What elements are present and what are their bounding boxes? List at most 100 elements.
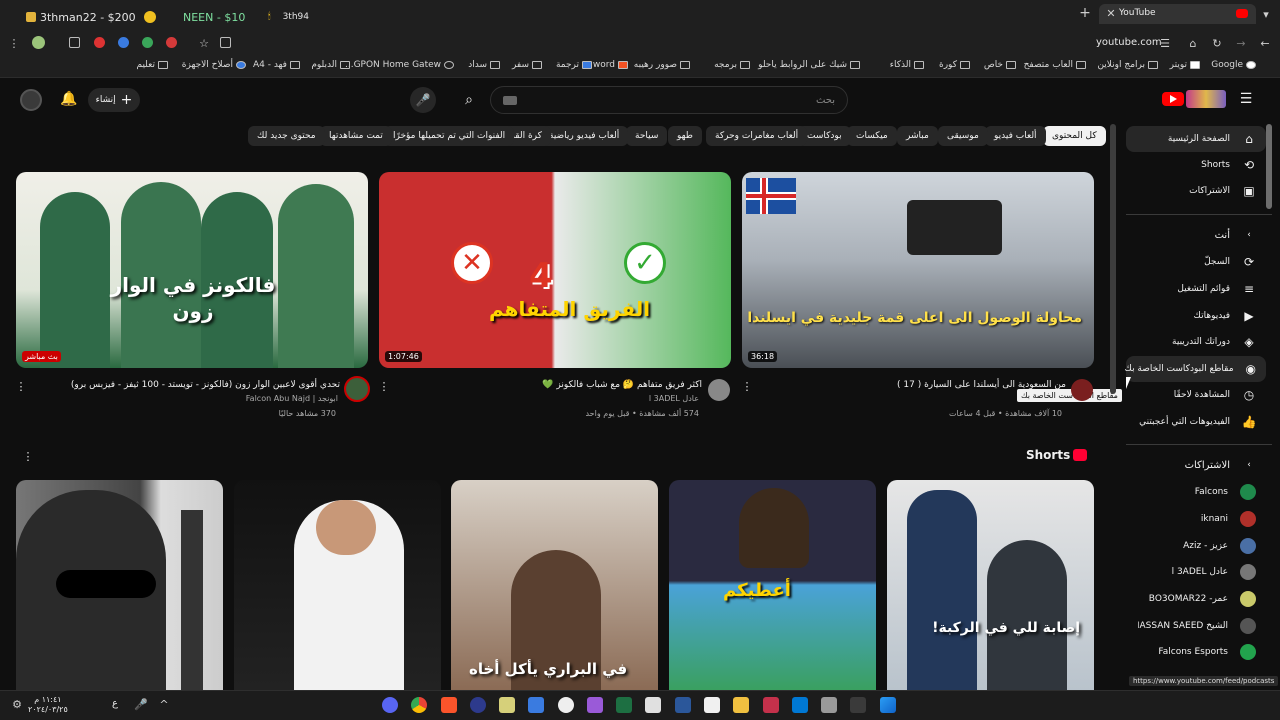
bookmark-item[interactable]: أصلاح الاجهزة (182, 60, 246, 70)
video-thumbnail[interactable]: ✕ ✓ 4 الفريق المتفاهم 1:07:46 (379, 172, 731, 368)
app-icon[interactable] (704, 697, 720, 713)
sidebar-item-courses[interactable]: دوراتك التدريبية ◈ (1126, 329, 1266, 355)
extension-red-icon[interactable] (94, 37, 105, 48)
app-icon[interactable] (558, 697, 574, 713)
short-video-card[interactable]: في البراري يأكل أخاه (451, 480, 658, 690)
bookmark-item[interactable]: Google (1211, 60, 1256, 70)
chip-travel[interactable]: سياحة (626, 126, 668, 146)
app-icon[interactable] (470, 697, 486, 713)
account-avatar[interactable] (20, 89, 42, 111)
channel-name[interactable]: ابونجد | Falcon Abu Najd (246, 394, 338, 403)
youtube-doodle-logo[interactable] (1186, 90, 1226, 108)
more-options-icon[interactable]: ⋮ (742, 379, 753, 393)
notepad-icon[interactable] (645, 697, 661, 713)
sidebar-subscription-item[interactable]: Falcons (1126, 479, 1266, 505)
excel-icon[interactable] (616, 697, 632, 713)
chrome-icon[interactable] (411, 697, 427, 713)
outlook-icon[interactable] (792, 697, 808, 713)
video-thumbnail[interactable]: فالكونز في الوار زون بث مباشر (16, 172, 368, 368)
sidebar-item-home[interactable]: الصفحة الرئيسية ⌂ (1126, 126, 1266, 152)
keyboard-icon[interactable] (503, 95, 517, 105)
brave-icon[interactable] (441, 697, 457, 713)
bookmark-item[interactable]: خاص (984, 60, 1016, 70)
extension-blue-icon[interactable] (118, 37, 129, 48)
sidebar-subscription-item[interactable]: iknani (1126, 506, 1266, 532)
search-taskbar-icon[interactable] (850, 697, 866, 713)
video-title[interactable]: تحدي أقوى لاعبين الوار زون (فالكونز - تو… (71, 380, 340, 390)
sidebar-subscription-item[interactable]: Falcons Esports (1126, 639, 1266, 665)
video-thumbnail[interactable]: محاولة الوصول الى اعلى قمة جليدية في ايس… (742, 172, 1094, 368)
close-tab-icon[interactable]: ✕ (1105, 7, 1117, 20)
bookmark-item[interactable]: صوور رهيبه (634, 60, 690, 70)
language-indicator[interactable]: ع (112, 698, 118, 709)
bookmark-item[interactable]: تويتر (1170, 60, 1200, 70)
profile-avatar[interactable] (32, 36, 45, 49)
bookmark-star-icon[interactable]: ☆ (197, 36, 211, 50)
share-icon[interactable] (220, 37, 231, 48)
sidebar-subscription-item[interactable]: عادل l 3ADEL (1126, 559, 1266, 585)
short-video-card[interactable]: إصابة للي في الركبة! (887, 480, 1094, 690)
short-video-card[interactable] (16, 480, 223, 690)
tab-search-icon[interactable]: ▾ (1260, 8, 1272, 21)
shorts-more-options-icon[interactable]: ⋮ (22, 449, 34, 463)
home-browser-icon[interactable]: ⌂ (1186, 36, 1200, 50)
sidebar-item-playlists[interactable]: قوائم التشغيل ≡ (1126, 276, 1266, 302)
notifications-bell-icon[interactable]: 🔔 (60, 90, 78, 108)
chip-all[interactable]: كل المحتوى (1043, 126, 1106, 146)
short-video-card[interactable]: أعطيكم (669, 480, 876, 690)
windows-start-icon[interactable] (880, 697, 896, 713)
bookmark-item[interactable]: GPON Home Gatew... (345, 60, 454, 70)
site-settings-icon[interactable]: ☰ (1158, 36, 1172, 50)
chip-new-to-you[interactable]: محتوى جديد لك (248, 126, 325, 146)
bookmark-item[interactable]: شيك على الروابط ياحلو (758, 60, 860, 70)
sidebar-item-podcasts[interactable]: مقاطع البودكاست الخاصة بك ◉ (1124, 356, 1266, 382)
sidebar-item-liked[interactable]: الفيديوهات التي أعجبتني 👍 (1126, 409, 1266, 435)
chip-sports-games[interactable]: ألعاب فيديو رياضية (540, 126, 629, 146)
extensions-icon[interactable] (69, 37, 80, 48)
channel-avatar[interactable] (1071, 379, 1093, 401)
app-icon[interactable] (763, 697, 779, 713)
extension-stop-icon[interactable] (166, 37, 177, 48)
microphone-icon[interactable]: 🎤 (134, 697, 148, 711)
discord-icon[interactable] (382, 697, 398, 713)
hamburger-menu-icon[interactable]: ☰ (1238, 91, 1254, 107)
main-scrollbar[interactable] (1110, 124, 1116, 394)
reload-icon[interactable]: ↻ (1210, 36, 1224, 50)
bookmark-item[interactable]: فهد - A4 (253, 60, 300, 70)
back-icon[interactable]: ← (1258, 36, 1272, 50)
extension-badge-3[interactable]: 🕯 3th94 (268, 8, 309, 26)
sidebar-subscription-item[interactable]: الشيخ HASSAN SAEED (1126, 613, 1266, 639)
bookmark-item[interactable]: العاب متصفح (1024, 60, 1086, 70)
extension-badge-1[interactable]: 3thman22 - $200 (26, 8, 156, 26)
chip-video-games[interactable]: ألعاب فيديو (985, 126, 1046, 146)
sidebar-subscriptions-header[interactable]: الاشتراكات ‹ (1126, 452, 1266, 478)
bookmark-item[interactable]: الذكاء (890, 60, 924, 70)
youtube-logo-icon[interactable] (1162, 92, 1184, 106)
store-icon[interactable] (528, 697, 544, 713)
bookmark-item[interactable]: تعليم (136, 60, 168, 70)
chip-cooking[interactable]: طهو (668, 126, 702, 146)
video-title[interactable]: اكثر فريق متفاهم 🤔 مع شباب فالكونز 💚 (542, 380, 702, 390)
sidebar-item-your-videos[interactable]: فيديوهاتك ▶ (1126, 303, 1266, 329)
taskbar-clock[interactable]: ١١:٤١ م ٢٠٢٤/٠٣/٢٥ (28, 695, 68, 715)
chip-watched[interactable]: تمت مشاهدتها (320, 126, 392, 146)
search-input[interactable]: بحث (490, 86, 848, 114)
app-icon[interactable] (499, 697, 515, 713)
settings-icon[interactable]: ⚙ (10, 697, 24, 711)
more-options-icon[interactable]: ⋮ (16, 379, 27, 393)
extension-green-icon[interactable] (142, 37, 153, 48)
sidebar-item-subscriptions[interactable]: الاشتراكات ▣ (1126, 178, 1266, 204)
active-tab[interactable]: ✕ YouTube (1099, 4, 1256, 24)
voice-search-icon[interactable]: 🎤 (410, 87, 436, 113)
create-button[interactable]: إنشاء + (88, 88, 140, 112)
chip-live[interactable]: مباشر (897, 126, 938, 146)
sidebar-item-shorts[interactable]: Shorts ⟲ (1126, 152, 1266, 178)
search-button[interactable]: ⌕ (448, 86, 490, 114)
sidebar-subscription-item[interactable]: عمر- BO3OMAR22 (1126, 586, 1266, 612)
channel-avatar[interactable] (708, 379, 730, 401)
file-explorer-icon[interactable] (733, 697, 749, 713)
video-title[interactable]: من السعودية الى أيسلندا على السيارة ( 17… (897, 380, 1066, 390)
sidebar-subscription-item[interactable]: عزيز - Aziz (1126, 533, 1266, 559)
task-view-icon[interactable] (821, 697, 837, 713)
chip-music[interactable]: موسيقى (938, 126, 988, 146)
